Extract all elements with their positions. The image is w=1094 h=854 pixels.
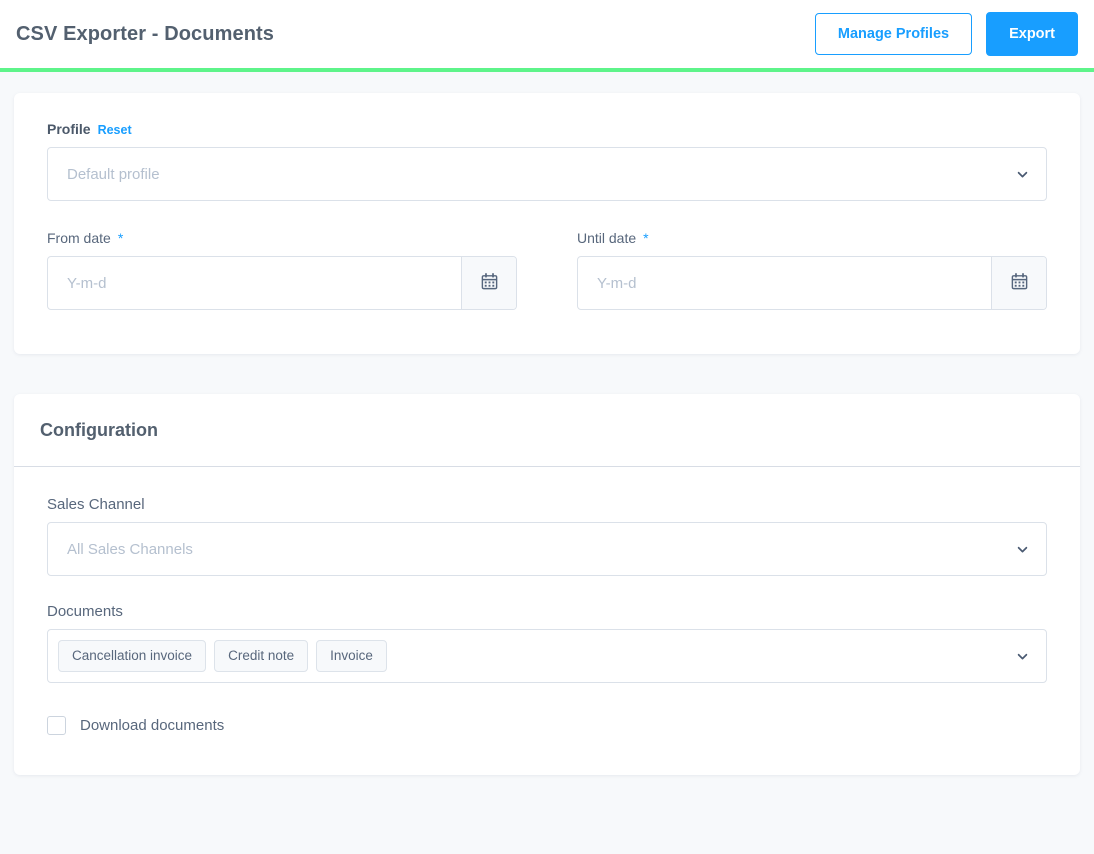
accent-bar	[0, 68, 1094, 72]
required-asterisk: *	[117, 230, 124, 246]
documents-group: Documents Cancellation invoice Credit no…	[47, 603, 1047, 683]
date-range-row: From date * Y-m-d Until date * Y-m-d	[47, 230, 1047, 310]
until-date-input[interactable]	[578, 257, 991, 309]
documents-chip[interactable]: Cancellation invoice	[58, 640, 207, 672]
sales-channel-group: Sales Channel All Sales Channels	[47, 496, 1047, 576]
until-date-group: Until date *	[577, 230, 1047, 310]
profile-card: Profile Reset Default profile From date …	[14, 93, 1080, 354]
until-date-input-group	[577, 256, 1047, 310]
until-date-label: Until date	[577, 230, 637, 246]
from-date-label-row: From date *	[47, 230, 517, 246]
profile-label: Profile	[47, 121, 91, 137]
download-documents-row: Download documents	[47, 716, 1047, 735]
from-date-input[interactable]	[48, 257, 461, 309]
configuration-card: Configuration Sales Channel All Sales Ch…	[14, 394, 1080, 775]
sales-channel-label: Sales Channel	[47, 496, 145, 513]
reset-profile-link[interactable]: Reset	[98, 123, 132, 137]
export-button[interactable]: Export	[986, 11, 1078, 57]
sales-channel-select[interactable]: All Sales Channels	[47, 522, 1047, 576]
until-date-label-row: Until date *	[577, 230, 1047, 246]
until-date-calendar-button[interactable]	[991, 257, 1046, 309]
documents-chip[interactable]: Credit note	[214, 640, 309, 672]
chevron-down-icon	[1015, 542, 1029, 556]
configuration-card-body: Sales Channel All Sales Channels Documen…	[14, 467, 1080, 775]
sales-channel-select-value: All Sales Channels	[67, 540, 193, 558]
page-content: Profile Reset Default profile From date …	[0, 93, 1094, 775]
from-date-label: From date	[47, 230, 111, 246]
chevron-down-icon	[1015, 167, 1029, 181]
documents-chip[interactable]: Invoice	[316, 640, 387, 672]
header-actions: Manage Profiles Export	[814, 11, 1078, 57]
profile-select-value: Default profile	[67, 165, 160, 183]
download-documents-label[interactable]: Download documents	[80, 717, 224, 734]
calendar-icon	[480, 272, 499, 294]
from-date-group: From date *	[47, 230, 517, 310]
manage-profiles-button[interactable]: Manage Profiles	[814, 12, 973, 56]
download-documents-checkbox[interactable]	[47, 716, 66, 735]
documents-label: Documents	[47, 603, 123, 620]
profile-select[interactable]: Default profile	[47, 147, 1047, 201]
configuration-card-header: Configuration	[14, 394, 1080, 467]
page-title: CSV Exporter - Documents	[16, 22, 275, 45]
required-asterisk: *	[643, 230, 649, 246]
chevron-down-icon	[1015, 649, 1029, 663]
app-header: CSV Exporter - Documents Manage Profiles…	[0, 0, 1094, 68]
configuration-title: Configuration	[40, 420, 158, 440]
profile-label-row: Profile Reset	[47, 121, 1047, 137]
calendar-icon	[1010, 272, 1029, 294]
from-date-input-group	[47, 256, 517, 310]
documents-multiselect[interactable]: Cancellation invoice Credit note Invoice	[47, 629, 1047, 683]
from-date-calendar-button[interactable]	[461, 257, 516, 309]
